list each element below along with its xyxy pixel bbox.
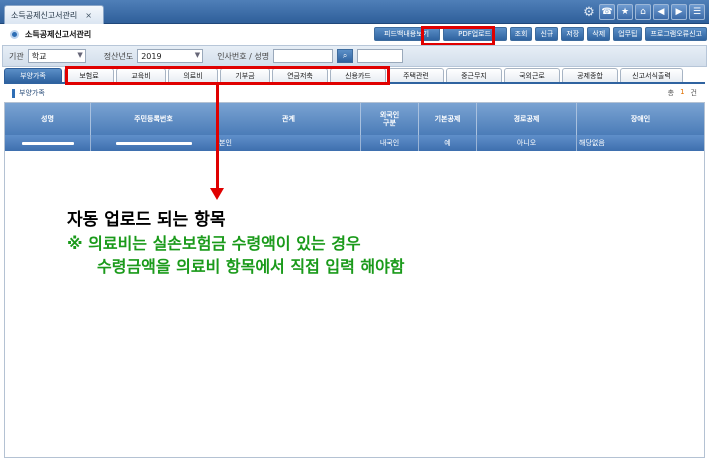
person-id-input[interactable] <box>273 49 334 63</box>
search-button[interactable]: 조회 <box>509 27 533 41</box>
menu-icon[interactable]: ☰ <box>689 4 705 20</box>
title-bullet-icon <box>10 30 19 39</box>
annotation-arrow-line <box>216 84 219 190</box>
year-label: 정산년도 <box>103 51 134 61</box>
new-button[interactable]: 신규 <box>535 27 559 41</box>
masked-rrn <box>115 141 192 145</box>
year-select[interactable]: 2019 ▼ <box>137 49 204 63</box>
chevron-down-icon: ▼ <box>194 51 201 59</box>
section-title: 부양가족 <box>19 89 45 97</box>
chevron-down-icon: ▼ <box>77 51 83 59</box>
filter-bar: 기관 학교 ▼ 정산년도 2019 ▼ 인사번호 / 성명 ⌕ <box>2 45 707 67</box>
gear-icon[interactable]: ⚙ <box>581 4 597 20</box>
delete-button[interactable]: 삭제 <box>587 27 611 41</box>
section-header: 부양가족 총 1 건 <box>4 86 705 100</box>
cell-elder: 아니오 <box>477 135 577 151</box>
star-icon[interactable]: ★ <box>617 4 633 20</box>
masked-name <box>21 141 74 145</box>
col-relation[interactable]: 관계 <box>217 103 361 135</box>
annotation-note-line1: ※ 의료비는 실손보험금 수령액이 있는 경우 <box>67 234 361 253</box>
col-foreign[interactable]: 외국인 구분 <box>361 103 419 135</box>
col-disabled[interactable]: 장애인 <box>577 103 704 135</box>
count-label: 총 <box>667 89 675 97</box>
org-select-value: 학교 <box>31 51 47 61</box>
save-button[interactable]: 저장 <box>561 27 585 41</box>
record-count: 총 1 건 <box>668 88 697 98</box>
org-label: 기관 <box>9 51 24 61</box>
next-icon[interactable]: ▶ <box>671 4 687 20</box>
prev-icon[interactable]: ◀ <box>653 4 669 20</box>
cell-relation: 본인 <box>217 135 361 151</box>
phone-icon[interactable]: ☎ <box>599 4 615 20</box>
title-row: 소득공제신고서관리 피드백내용보기 PDF업로드 조회 신규 저장 삭제 업무팁… <box>0 25 709 45</box>
dependents-grid: 성명 주민등록번호 관계 외국인 구분 기본공제 경로공제 장애인 본인 내국인… <box>4 102 705 458</box>
close-icon[interactable]: × <box>85 11 92 20</box>
person-label: 인사번호 / 성명 <box>217 51 270 61</box>
arrow-down-icon <box>210 188 224 200</box>
auto-upload-tabs-highlight <box>65 66 390 85</box>
col-rrn[interactable]: 주민등록번호 <box>91 103 217 135</box>
table-row[interactable]: 본인 내국인 예 아니오 해당없음 <box>5 135 704 151</box>
org-select[interactable]: 학교 ▼ <box>27 49 86 63</box>
cell-disabled: 해당없음 <box>579 139 605 147</box>
col-elder[interactable]: 경로공제 <box>477 103 577 135</box>
year-select-value: 2019 <box>141 51 162 61</box>
work-help-button[interactable]: 업무팁 <box>613 27 643 41</box>
tab-housing[interactable]: 주택관련 <box>388 68 444 82</box>
page-title: 소득공제신고서관리 <box>10 29 91 40</box>
tab-deduction-summary[interactable]: 공제종합 <box>562 68 618 82</box>
cell-name <box>5 135 91 151</box>
tab-dependents[interactable]: 부양가족 <box>4 68 62 82</box>
annotation-note-line2: 수령금액을 의료비 항목에서 직접 입력 해야함 <box>97 257 405 276</box>
col-basic[interactable]: 기본공제 <box>419 103 477 135</box>
section-marker-icon <box>12 88 15 98</box>
cell-basic: 예 <box>419 135 477 151</box>
person-name-input[interactable] <box>357 49 404 63</box>
tab-report-print[interactable]: 신고서식출력 <box>620 68 683 82</box>
page-title-text: 소득공제신고서관리 <box>25 30 92 39</box>
count-value: 1 <box>680 88 685 96</box>
cell-rrn <box>91 135 217 151</box>
toolbar-icons: ⚙ ☎ ★ ⌂ ◀ ▶ ☰ <box>581 4 705 20</box>
col-name[interactable]: 성명 <box>5 103 91 135</box>
count-unit: 건 <box>690 89 697 97</box>
program-error-button[interactable]: 프로그램오류신고 <box>645 27 707 41</box>
cell-foreign: 내국인 <box>361 135 419 151</box>
tab-other-workplace[interactable]: 중근무지 <box>446 68 502 82</box>
pdf-upload-highlight <box>421 26 495 46</box>
window-tab[interactable]: 소득공제신고서관리 × <box>4 5 104 24</box>
tab-overseas-work[interactable]: 국외근로 <box>504 68 560 82</box>
window-tab-title: 소득공제신고서관리 <box>11 10 78 20</box>
search-icon[interactable]: ⌕ <box>337 49 354 63</box>
grid-header: 성명 주민등록번호 관계 외국인 구분 기본공제 경로공제 장애인 <box>5 103 704 135</box>
annotation-title: 자동 업로드 되는 항목 <box>67 210 226 230</box>
home-icon[interactable]: ⌂ <box>635 4 651 20</box>
window-tab-bar: 소득공제신고서관리 × ⚙ ☎ ★ ⌂ ◀ ▶ ☰ <box>0 0 709 24</box>
